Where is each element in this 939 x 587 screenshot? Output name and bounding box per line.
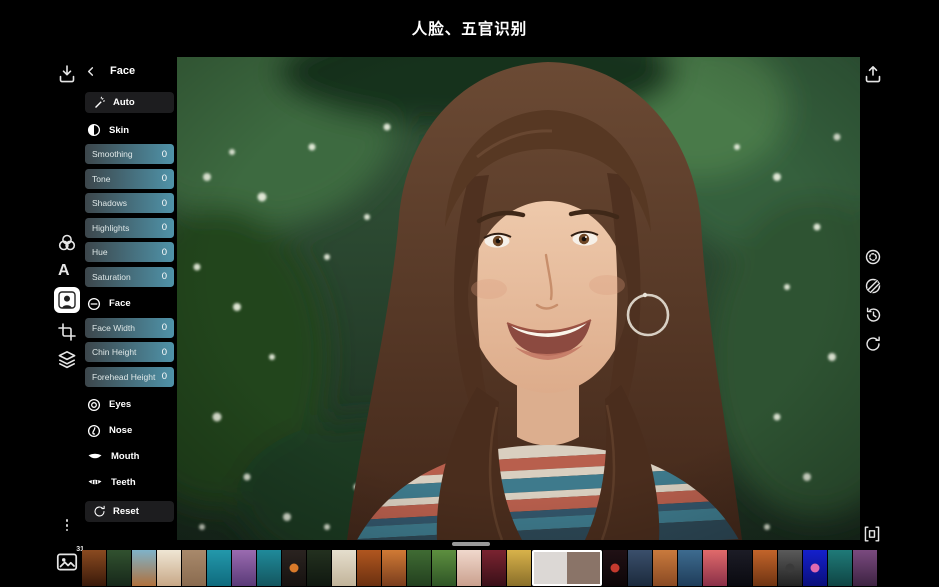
slider-face-width[interactable]: Face Width0 xyxy=(85,318,174,338)
history-icon[interactable] xyxy=(864,306,882,324)
filmstrip-thumb[interactable] xyxy=(157,550,181,586)
filmstrip-thumb[interactable] xyxy=(803,550,827,586)
face-section-header[interactable]: Face xyxy=(87,296,174,312)
filmstrip-thumb[interactable] xyxy=(678,550,702,586)
face-panel: Face Auto Skin Smoothing0 Tone0 Shadows0… xyxy=(85,62,174,522)
filmstrip-scroll-handle[interactable] xyxy=(452,542,490,546)
filmstrip-thumb[interactable] xyxy=(307,550,331,586)
filmstrip-thumb[interactable] xyxy=(753,550,777,586)
filmstrip-thumb[interactable] xyxy=(853,550,877,586)
slider-chin-height[interactable]: Chin Height0 xyxy=(85,342,174,362)
filmstrip-thumb[interactable] xyxy=(482,550,506,586)
page-title: 人脸、五官识别 xyxy=(0,17,939,39)
filmstrip-thumb[interactable] xyxy=(457,550,481,586)
nose-icon xyxy=(87,424,101,438)
filmstrip-thumb[interactable] xyxy=(728,550,752,586)
filmstrip-thumb[interactable] xyxy=(407,550,431,586)
portrait-photo xyxy=(177,57,860,540)
filmstrip-thumb-selected[interactable] xyxy=(532,550,602,586)
filmstrip-thumb[interactable] xyxy=(628,550,652,586)
filmstrip-thumb[interactable] xyxy=(207,550,231,586)
filmstrip-thumb[interactable] xyxy=(603,550,627,586)
half-circle-icon xyxy=(87,123,101,137)
text-icon[interactable]: A xyxy=(58,263,70,279)
more-icon[interactable] xyxy=(62,517,72,534)
thumb-accent xyxy=(811,564,820,573)
wand-icon xyxy=(93,96,106,109)
filmstrip xyxy=(82,549,939,587)
face-tool-icon[interactable] xyxy=(54,287,80,313)
panel-title: Face xyxy=(110,65,135,77)
slider-forehead-height[interactable]: Forehead Height0 xyxy=(85,367,174,387)
thumb-accent xyxy=(611,564,620,573)
filmstrip-thumb[interactable] xyxy=(507,550,531,586)
filmstrip-thumb[interactable] xyxy=(778,550,802,586)
filmstrip-thumb[interactable] xyxy=(232,550,256,586)
filmstrip-thumb[interactable] xyxy=(132,550,156,586)
filmstrip-thumb[interactable] xyxy=(653,550,677,586)
thumb-accent xyxy=(786,564,795,573)
thumb-accent xyxy=(290,564,299,573)
reset-button[interactable]: Reset xyxy=(85,501,174,522)
undo-icon[interactable] xyxy=(864,335,882,353)
eyes-icon xyxy=(87,398,101,412)
gallery-icon[interactable]: 31 xyxy=(54,549,82,577)
teeth-section-header[interactable]: Teeth xyxy=(87,475,174,491)
filmstrip-thumb[interactable] xyxy=(82,550,106,586)
export-icon[interactable] xyxy=(862,63,884,85)
slider-smoothing[interactable]: Smoothing0 xyxy=(85,144,174,164)
slider-tone[interactable]: Tone0 xyxy=(85,169,174,189)
filmstrip-thumb[interactable] xyxy=(432,550,456,586)
photo-canvas[interactable] xyxy=(177,57,860,540)
filmstrip-thumb[interactable] xyxy=(107,550,131,586)
crop-icon[interactable] xyxy=(57,322,77,342)
download-icon[interactable] xyxy=(56,63,78,85)
filmstrip-thumb[interactable] xyxy=(282,550,306,586)
chevron-left-icon xyxy=(85,66,96,77)
filmstrip-thumb[interactable] xyxy=(182,550,206,586)
mouth-section-header[interactable]: Mouth xyxy=(87,449,174,465)
compare-icon[interactable] xyxy=(864,248,882,266)
canvas-icon[interactable] xyxy=(862,524,882,544)
slider-shadows[interactable]: Shadows0 xyxy=(85,193,174,213)
layers-icon[interactable] xyxy=(56,348,78,370)
skin-section-header[interactable]: Skin xyxy=(87,122,174,138)
slider-saturation[interactable]: Saturation0 xyxy=(85,267,174,287)
filmstrip-thumb[interactable] xyxy=(357,550,381,586)
panel-header[interactable]: Face xyxy=(85,62,174,80)
filmstrip-thumb[interactable] xyxy=(828,550,852,586)
slider-hue[interactable]: Hue0 xyxy=(85,242,174,262)
filmstrip-thumb[interactable] xyxy=(382,550,406,586)
filters-icon[interactable] xyxy=(56,232,78,254)
teeth-icon xyxy=(87,478,103,488)
slider-highlights[interactable]: Highlights0 xyxy=(85,218,174,238)
reset-icon xyxy=(93,505,106,518)
nose-section-header[interactable]: Nose xyxy=(87,423,174,439)
filmstrip-thumb[interactable] xyxy=(257,550,281,586)
filmstrip-thumb[interactable] xyxy=(332,550,356,586)
eyes-section-header[interactable]: Eyes xyxy=(87,397,174,413)
auto-button[interactable]: Auto xyxy=(85,92,174,113)
split-preview-icon[interactable] xyxy=(864,277,882,295)
filmstrip-thumb[interactable] xyxy=(703,550,727,586)
mouth-icon xyxy=(87,452,103,462)
face-outline-icon xyxy=(87,297,101,311)
